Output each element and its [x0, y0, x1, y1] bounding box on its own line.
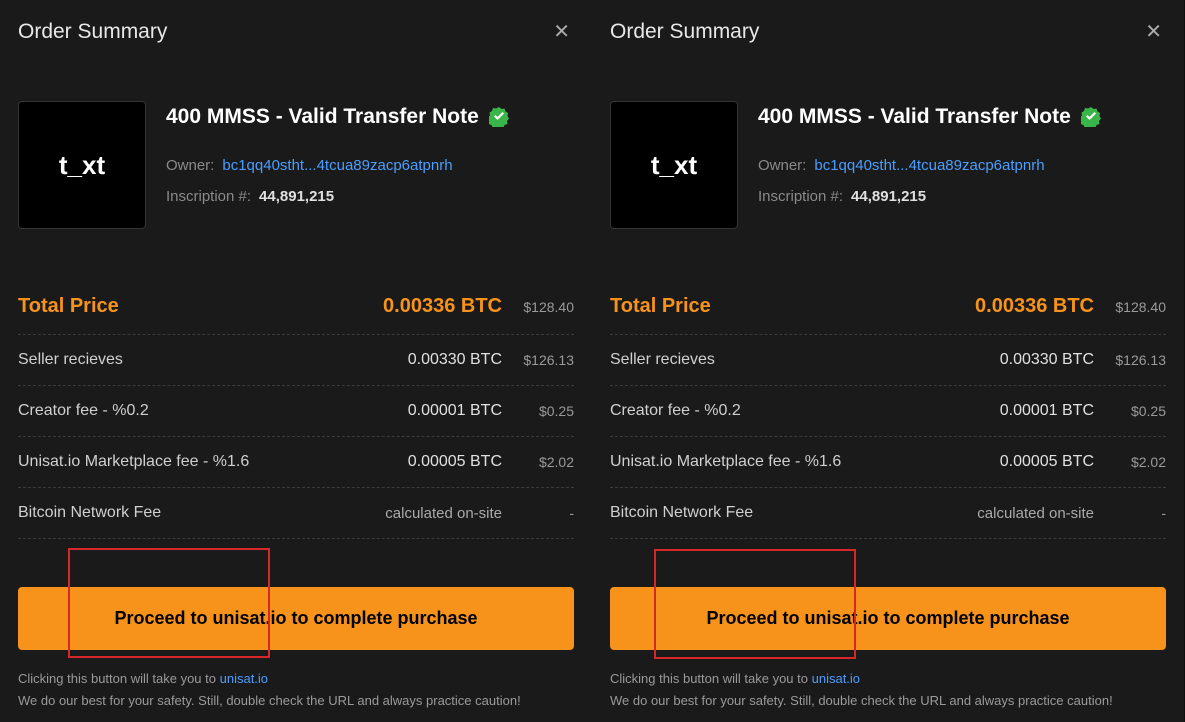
- item-thumbnail: t_xt: [18, 101, 146, 229]
- verified-badge-icon: [489, 107, 509, 127]
- total-price-usd: $128.40: [522, 299, 574, 315]
- panel-title: Order Summary: [610, 20, 759, 44]
- proceed-button[interactable]: Proceed to unisat.io to complete purchas…: [18, 587, 574, 650]
- footer-link[interactable]: unisat.io: [220, 671, 268, 686]
- item-title-row: 400 MMSS - Valid Transfer Note: [166, 105, 574, 129]
- close-button[interactable]: ✕: [1141, 18, 1166, 46]
- marketplace-fee-label: Unisat.io Marketplace fee - %1.6: [18, 453, 408, 471]
- item-row: t_xt 400 MMSS - Valid Transfer Note Owne…: [610, 101, 1166, 229]
- marketplace-fee-btc: 0.00005 BTC: [1000, 453, 1094, 471]
- owner-label: Owner:: [166, 157, 214, 174]
- footer-warning: Clicking this button will take you to un…: [610, 668, 1166, 712]
- network-fee-usd: -: [522, 505, 574, 521]
- inscription-label: Inscription #:: [758, 188, 843, 205]
- owner-row: Owner: bc1qq40stht...4tcua89zacp6atpnrh: [758, 157, 1166, 174]
- price-section: Total Price 0.00336 BTC $128.40 Seller r…: [18, 279, 574, 539]
- total-price-label: Total Price: [18, 295, 383, 318]
- price-section: Total Price 0.00336 BTC $128.40 Seller r…: [610, 279, 1166, 539]
- marketplace-fee-row: Unisat.io Marketplace fee - %1.6 0.00005…: [610, 437, 1166, 488]
- creator-fee-row: Creator fee - %0.2 0.00001 BTC $0.25: [610, 386, 1166, 437]
- order-summary-panel-right: Order Summary ✕ t_xt 400 MMSS - Valid Tr…: [592, 0, 1184, 722]
- item-thumbnail: t_xt: [610, 101, 738, 229]
- total-price-usd: $128.40: [1114, 299, 1166, 315]
- owner-address-link[interactable]: bc1qq40stht...4tcua89zacp6atpnrh: [814, 157, 1044, 174]
- seller-receives-label: Seller recieves: [610, 351, 1000, 369]
- footer-warning: Clicking this button will take you to un…: [18, 668, 574, 712]
- seller-receives-usd: $126.13: [522, 352, 574, 368]
- creator-fee-label: Creator fee - %0.2: [610, 402, 1000, 420]
- footer-prefix: Clicking this button will take you to: [610, 671, 812, 686]
- seller-receives-usd: $126.13: [1114, 352, 1166, 368]
- panel-title: Order Summary: [18, 20, 167, 44]
- owner-label: Owner:: [758, 157, 806, 174]
- creator-fee-btc: 0.00001 BTC: [1000, 402, 1094, 420]
- creator-fee-usd: $0.25: [522, 403, 574, 419]
- item-row: t_xt 400 MMSS - Valid Transfer Note Owne…: [18, 101, 574, 229]
- creator-fee-usd: $0.25: [1114, 403, 1166, 419]
- marketplace-fee-usd: $2.02: [1114, 454, 1166, 470]
- seller-receives-row: Seller recieves 0.00330 BTC $126.13: [18, 335, 574, 386]
- network-fee-row: Bitcoin Network Fee calculated on-site -: [610, 488, 1166, 539]
- marketplace-fee-row: Unisat.io Marketplace fee - %1.6 0.00005…: [18, 437, 574, 488]
- creator-fee-row: Creator fee - %0.2 0.00001 BTC $0.25: [18, 386, 574, 437]
- footer-caution: We do our best for your safety. Still, d…: [610, 693, 1113, 708]
- inscription-number: 44,891,215: [851, 188, 926, 205]
- seller-receives-btc: 0.00330 BTC: [408, 351, 502, 369]
- item-title-row: 400 MMSS - Valid Transfer Note: [758, 105, 1166, 129]
- marketplace-fee-btc: 0.00005 BTC: [408, 453, 502, 471]
- seller-receives-row: Seller recieves 0.00330 BTC $126.13: [610, 335, 1166, 386]
- item-title: 400 MMSS - Valid Transfer Note: [758, 105, 1071, 129]
- total-price-label: Total Price: [610, 295, 975, 318]
- panel-header: Order Summary ✕: [18, 18, 574, 46]
- seller-receives-label: Seller recieves: [18, 351, 408, 369]
- item-info: 400 MMSS - Valid Transfer Note Owner: bc…: [758, 101, 1166, 229]
- total-price-row: Total Price 0.00336 BTC $128.40: [610, 279, 1166, 335]
- total-price-btc: 0.00336 BTC: [975, 295, 1094, 318]
- footer-link[interactable]: unisat.io: [812, 671, 860, 686]
- marketplace-fee-label: Unisat.io Marketplace fee - %1.6: [610, 453, 1000, 471]
- footer-prefix: Clicking this button will take you to: [18, 671, 220, 686]
- order-summary-panel-left: Order Summary ✕ t_xt 400 MMSS - Valid Tr…: [0, 0, 592, 722]
- panel-header: Order Summary ✕: [610, 18, 1166, 46]
- network-fee-label: Bitcoin Network Fee: [18, 504, 385, 522]
- close-button[interactable]: ✕: [549, 18, 574, 46]
- close-icon: ✕: [553, 21, 570, 43]
- network-fee-btc: calculated on-site: [385, 505, 502, 522]
- inscription-number: 44,891,215: [259, 188, 334, 205]
- owner-row: Owner: bc1qq40stht...4tcua89zacp6atpnrh: [166, 157, 574, 174]
- network-fee-btc: calculated on-site: [977, 505, 1094, 522]
- proceed-button[interactable]: Proceed to unisat.io to complete purchas…: [610, 587, 1166, 650]
- item-info: 400 MMSS - Valid Transfer Note Owner: bc…: [166, 101, 574, 229]
- total-price-row: Total Price 0.00336 BTC $128.40: [18, 279, 574, 335]
- inscription-row: Inscription #: 44,891,215: [166, 188, 574, 205]
- close-icon: ✕: [1145, 21, 1162, 43]
- inscription-label: Inscription #:: [166, 188, 251, 205]
- owner-address-link[interactable]: bc1qq40stht...4tcua89zacp6atpnrh: [222, 157, 452, 174]
- creator-fee-btc: 0.00001 BTC: [408, 402, 502, 420]
- inscription-row: Inscription #: 44,891,215: [758, 188, 1166, 205]
- network-fee-row: Bitcoin Network Fee calculated on-site -: [18, 488, 574, 539]
- marketplace-fee-usd: $2.02: [522, 454, 574, 470]
- verified-badge-icon: [1081, 107, 1101, 127]
- item-title: 400 MMSS - Valid Transfer Note: [166, 105, 479, 129]
- network-fee-usd: -: [1114, 505, 1166, 521]
- total-price-btc: 0.00336 BTC: [383, 295, 502, 318]
- network-fee-label: Bitcoin Network Fee: [610, 504, 977, 522]
- footer-caution: We do our best for your safety. Still, d…: [18, 693, 521, 708]
- seller-receives-btc: 0.00330 BTC: [1000, 351, 1094, 369]
- creator-fee-label: Creator fee - %0.2: [18, 402, 408, 420]
